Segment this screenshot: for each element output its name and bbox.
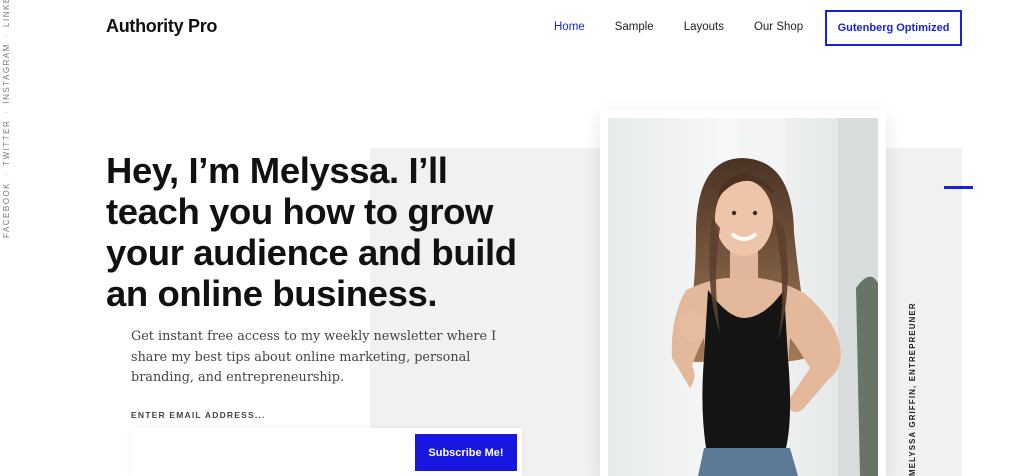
social-link-facebook[interactable]: FACEBOOK [2,182,11,238]
nav-item-our-shop[interactable]: Our Shop [754,21,803,33]
social-link-twitter[interactable]: TWITTER [2,120,11,166]
nav-item-home[interactable]: Home [554,21,585,33]
email-label: ENTER EMAIL ADDRESS... [131,410,266,420]
nav-item-sample[interactable]: Sample [615,21,654,33]
social-separator: · [2,32,11,38]
nav-item-layouts[interactable]: Layouts [684,21,724,33]
portrait-photo [608,118,878,476]
accent-dash [944,186,973,189]
site-logo[interactable]: Authority Pro [106,16,217,37]
social-links: FACEBOOK · TWITTER · INSTAGRAM · LINKEDIN [2,0,11,238]
main-nav: Home Sample Layouts Our Shop [554,21,833,33]
portrait-caption: MELYSSA GRIFFIN, ENTREPREUNER [908,302,917,476]
social-rail: FACEBOOK · TWITTER · INSTAGRAM · LINKEDIN [0,0,18,476]
hero-headline: Hey, I’m Melyssa. I’ll teach you how to … [106,150,517,314]
gutenberg-optimized-button[interactable]: Gutenberg Optimized [825,10,962,46]
subscribe-form: Subscribe Me! [131,428,522,476]
portrait-card [600,110,886,476]
social-link-instagram[interactable]: INSTAGRAM [2,43,11,103]
email-input[interactable] [131,428,431,476]
social-separator: · [2,109,11,114]
hero-intro: Get instant free access to my weekly new… [131,329,497,385]
social-link-linkedin[interactable]: LINKEDIN [2,0,11,27]
subscribe-button[interactable]: Subscribe Me! [415,434,517,471]
social-separator: · [2,171,11,176]
